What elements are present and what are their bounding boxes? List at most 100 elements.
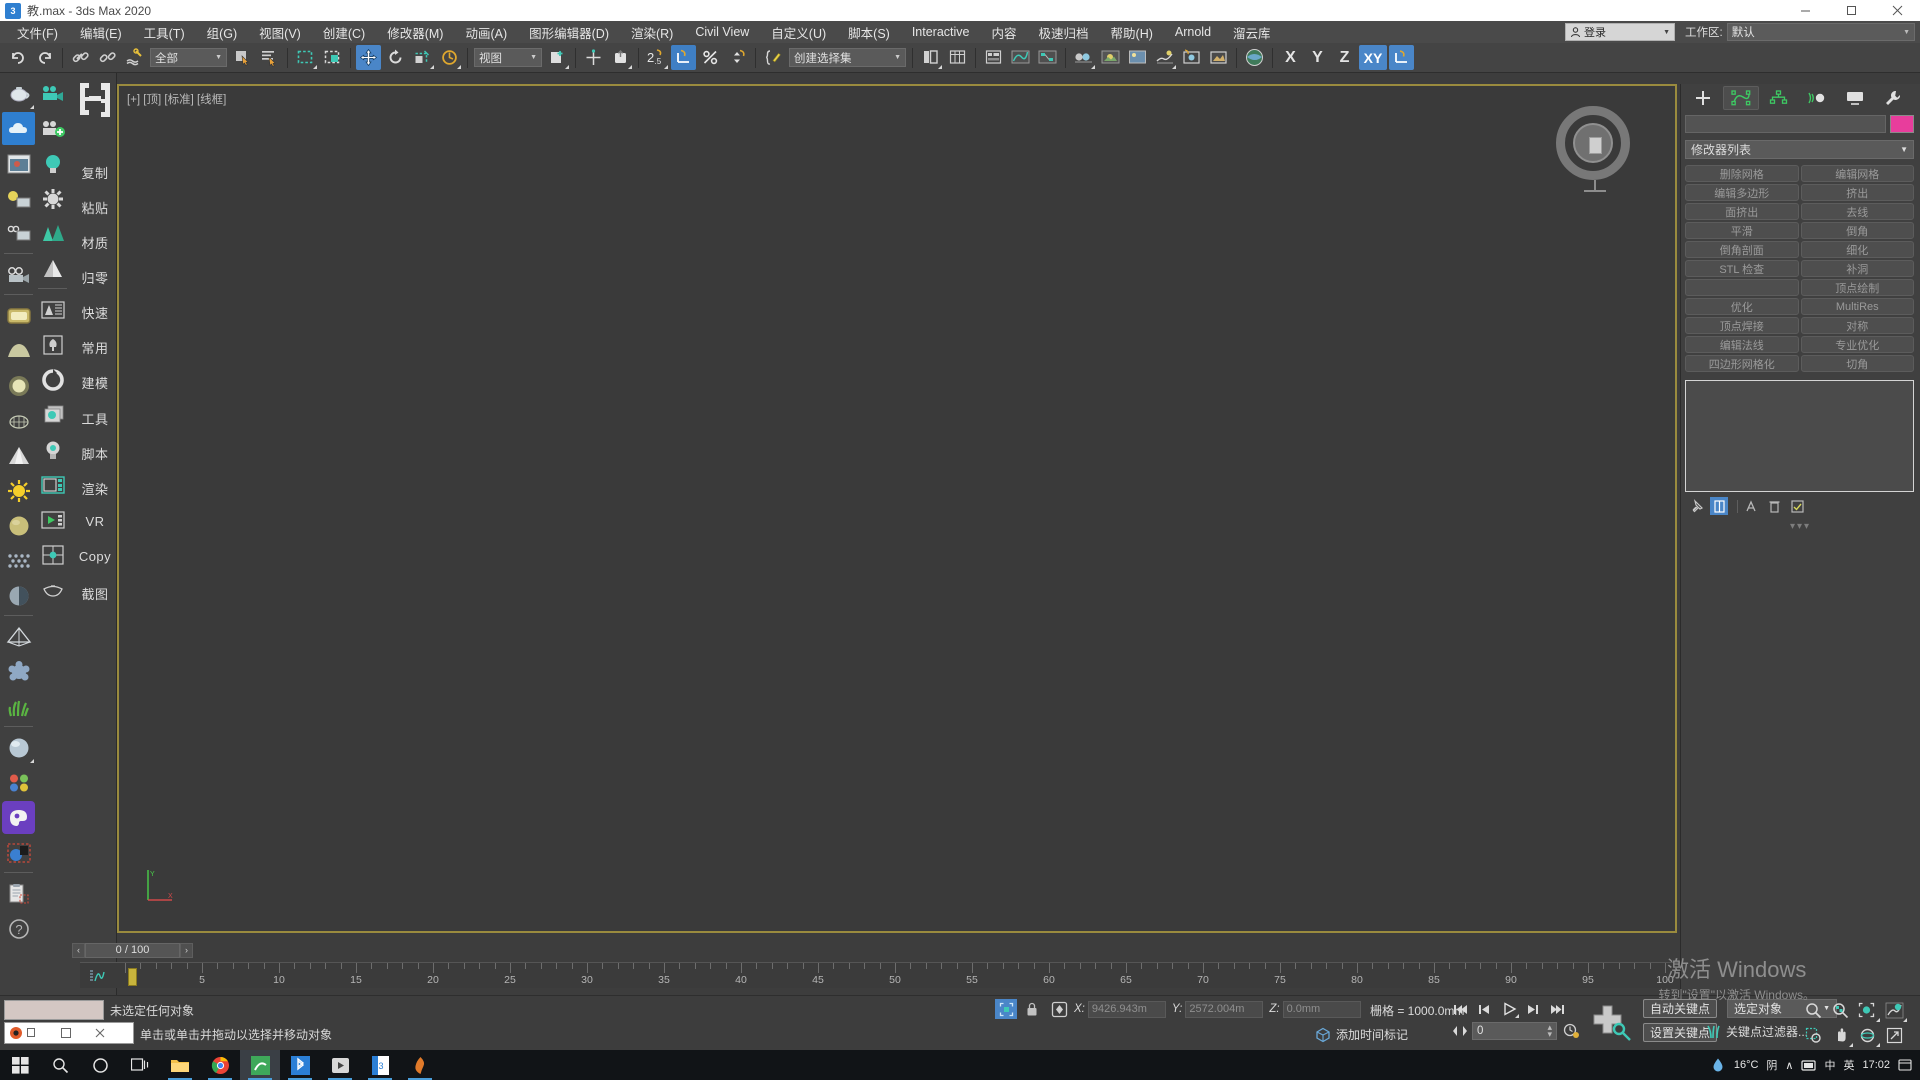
movie-camera-icon[interactable] — [2, 258, 35, 291]
menu-scripting[interactable]: 脚本(S) — [837, 21, 901, 44]
active-shade-icon[interactable] — [1206, 45, 1231, 70]
add-time-tag-button[interactable]: 添加时间标记 — [1315, 1026, 1408, 1043]
go-to-end-icon[interactable] — [1546, 999, 1568, 1019]
rectangular-selection-region-icon[interactable] — [293, 45, 318, 70]
zoom-all-icon[interactable] — [1827, 998, 1854, 1023]
menu-create[interactable]: 创建(C) — [312, 21, 376, 44]
sidebar-label-material[interactable]: 材质 — [73, 233, 117, 252]
zoom-extents-all-icon[interactable] — [1881, 998, 1908, 1023]
sidebar-label-copy-en[interactable]: Copy — [73, 549, 117, 564]
light-star-icon[interactable] — [36, 182, 69, 215]
select-and-move-icon[interactable] — [356, 45, 381, 70]
sun-icon[interactable] — [2, 474, 35, 507]
modifier-stack[interactable] — [1685, 380, 1914, 492]
window-panel-icon[interactable] — [36, 468, 69, 501]
teapot-outline-icon[interactable] — [36, 573, 69, 606]
layer-manager-icon[interactable] — [945, 45, 970, 70]
bluetooth-app-icon[interactable] — [280, 1050, 320, 1080]
modifier-vertex-weld[interactable]: 顶点焊接 — [1685, 317, 1799, 334]
ribbon-toggle-icon[interactable] — [981, 45, 1006, 70]
modifier-quadify-mesh[interactable]: 四边形网格化 — [1685, 355, 1799, 372]
gold-sphere-icon[interactable] — [2, 509, 35, 542]
maximize-viewport-icon[interactable] — [1881, 1023, 1908, 1048]
modifier-delete-line[interactable]: 去线 — [1800, 203, 1914, 220]
track-bar-ruler[interactable]: 5 10 15 20 25 30 35 40 45 50 55 60 65 70 75 80 85 90 95 100 — [80, 962, 1680, 988]
coordinate-z[interactable]: Z: 0.0mm — [1269, 1000, 1361, 1018]
coordinate-x-value[interactable]: 9426.943m — [1087, 1000, 1166, 1018]
object-name-field[interactable] — [1685, 115, 1886, 133]
unlink-selection-icon[interactable] — [95, 45, 120, 70]
render-production-icon[interactable] — [1152, 45, 1177, 70]
curve-editor-icon[interactable] — [1008, 45, 1033, 70]
viewcube-face[interactable] — [1589, 137, 1602, 154]
modifier-blank[interactable] — [1685, 279, 1799, 296]
menu-graph-editors[interactable]: 图形编辑器(D) — [518, 21, 620, 44]
display-tab[interactable] — [1837, 86, 1873, 110]
configure-sets-icon[interactable] — [1788, 497, 1806, 515]
cloud-icon[interactable] — [2, 112, 35, 145]
time-configuration-icon[interactable] — [1563, 1022, 1581, 1040]
modifier-optimize[interactable]: 优化 — [1685, 298, 1799, 315]
sidebar-label-common[interactable]: 常用 — [73, 338, 117, 357]
modifier-list-dropdown[interactable]: 修改器列表 ▼ — [1685, 140, 1914, 159]
coordinate-y-value[interactable]: 2572.004m — [1185, 1000, 1264, 1018]
modifier-prooptimizer[interactable]: 专业优化 — [1800, 336, 1914, 353]
mesh-grid-icon[interactable] — [2, 544, 35, 577]
previous-frame-arrow[interactable]: ‹ — [72, 942, 85, 958]
maximize-button[interactable] — [1828, 0, 1874, 21]
viewcube[interactable] — [1556, 106, 1630, 180]
select-object-icon[interactable] — [230, 45, 255, 70]
maxscript-entry-field[interactable] — [4, 1022, 134, 1044]
chrome-icon[interactable] — [200, 1050, 240, 1080]
spinner-snap-icon[interactable] — [725, 45, 750, 70]
video-camera-icon[interactable] — [36, 77, 69, 110]
sidebar-label-modeling[interactable]: 建模 — [73, 373, 117, 392]
modifier-delete-mesh[interactable]: 删除网格 — [1685, 165, 1799, 182]
isolate-selection-icon[interactable] — [995, 999, 1017, 1019]
modifier-extrude[interactable]: 挤出 — [1800, 184, 1914, 201]
viewport-label[interactable]: [+] [顶] [标准] [线框] — [127, 91, 226, 107]
viewcube-inner[interactable] — [1573, 123, 1613, 163]
modify-tab[interactable] — [1723, 86, 1759, 110]
viewport-top-wireframe[interactable]: [+] [顶] [标准] [线框] Y X — [117, 84, 1677, 933]
spinner-arrows-icon[interactable]: ▴ ▾ — [1547, 1023, 1552, 1039]
menu-views[interactable]: 视图(V) — [248, 21, 312, 44]
ime-chinese-indicator[interactable]: 中 — [1824, 1057, 1835, 1073]
notification-icon[interactable] — [1898, 1058, 1912, 1072]
hierarchy-tab[interactable] — [1761, 86, 1797, 110]
key-mode-toggle-icon[interactable] — [1450, 1022, 1470, 1040]
menu-animation[interactable]: 动画(A) — [454, 21, 518, 44]
pin-stack-icon[interactable] — [1687, 497, 1705, 515]
render-frame-window-icon[interactable] — [1125, 45, 1150, 70]
mirror-icon[interactable] — [581, 45, 606, 70]
grass-icon[interactable] — [2, 690, 35, 723]
sidebar-label-script[interactable]: 脚本 — [73, 444, 117, 463]
search-icon[interactable] — [40, 1050, 80, 1080]
schematic-view-icon[interactable] — [1035, 45, 1060, 70]
plate-icon[interactable] — [2, 299, 35, 332]
render-setup-icon[interactable] — [1098, 45, 1123, 70]
time-slider-handle[interactable] — [128, 968, 137, 986]
bulb-gear-icon[interactable] — [36, 433, 69, 466]
wireframe-teapot-icon[interactable] — [2, 404, 35, 437]
modifier-edit-poly[interactable]: 编辑多边形 — [1685, 184, 1799, 201]
select-and-place-icon[interactable] — [437, 45, 462, 70]
project-folder-icon[interactable] — [1242, 45, 1267, 70]
motion-tab[interactable] — [1799, 86, 1835, 110]
layers-icon[interactable] — [36, 398, 69, 431]
modifier-tessellate[interactable]: 细化 — [1800, 241, 1914, 258]
restrict-to-z-button[interactable]: Z — [1332, 45, 1357, 70]
go-to-start-icon[interactable] — [1450, 999, 1472, 1019]
create-tab[interactable] — [1685, 86, 1721, 110]
named-selection-set-dropdown[interactable]: 创建选择集 ▼ — [789, 48, 906, 67]
menu-rendering[interactable]: 渲染(R) — [620, 21, 684, 44]
reference-coordinate-dropdown[interactable]: 视图 ▼ — [474, 48, 542, 67]
modifier-smooth[interactable]: 平滑 — [1685, 222, 1799, 239]
ime-english-indicator[interactable]: 英 — [1843, 1057, 1854, 1073]
snap-toggle-button[interactable] — [1389, 45, 1414, 70]
restrict-to-y-button[interactable]: Y — [1305, 45, 1330, 70]
sidebar-label-tools[interactable]: 工具 — [73, 409, 117, 428]
clock-time[interactable]: 17:02 — [1862, 1059, 1890, 1071]
help-icon[interactable]: ? — [2, 912, 35, 945]
zoom-extents-icon[interactable] — [1854, 998, 1881, 1023]
